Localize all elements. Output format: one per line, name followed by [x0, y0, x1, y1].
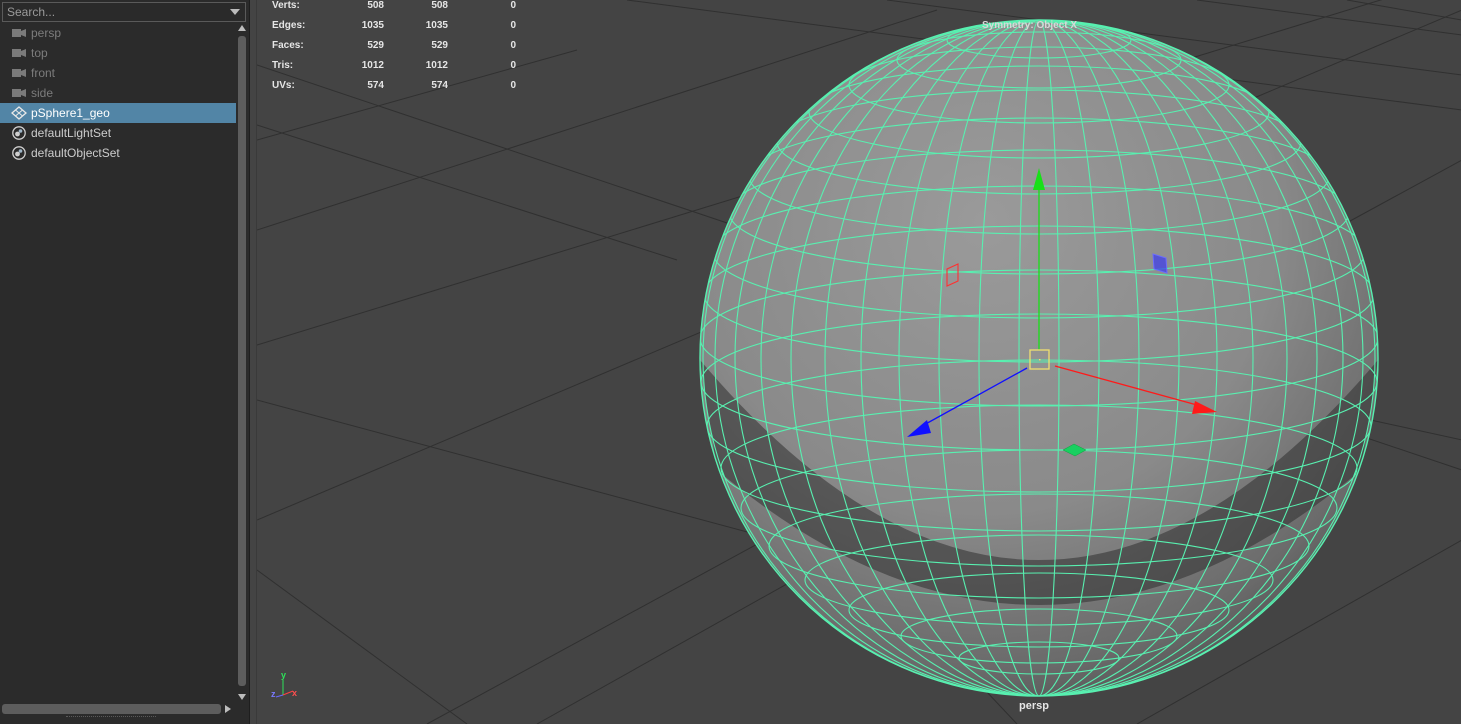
hud-value-selected: 529 — [431, 40, 448, 51]
hud-value-component: 0 — [510, 80, 516, 91]
hud-label: Tris: — [272, 60, 294, 71]
hud-value-component: 0 — [510, 60, 516, 71]
hud-label: UVs: — [272, 80, 295, 91]
hud-value-component: 0 — [510, 40, 516, 51]
camera-icon — [12, 69, 26, 77]
outliner-panel: persp top front side pSphe — [0, 0, 250, 724]
hud-value-component: 0 — [510, 0, 516, 11]
outliner-horizontal-scrollbar[interactable] — [0, 703, 236, 717]
camera-icon — [12, 29, 26, 37]
perspective-viewport[interactable]: Verts: 508 508 0 Edges: 1035 1035 0 Face… — [256, 0, 1461, 724]
hud-label: Verts: — [272, 0, 300, 11]
hud-value-selected: 508 — [431, 0, 448, 11]
outliner-item-label: side — [31, 86, 54, 100]
axis-label-z: z — [271, 689, 276, 699]
scrollbar-thumb[interactable] — [238, 36, 246, 686]
outliner-item-label: front — [31, 66, 56, 80]
hud-value-scene: 508 — [367, 0, 384, 11]
hud-value-scene: 1012 — [361, 60, 384, 71]
scroll-right-arrow-icon[interactable] — [225, 705, 231, 713]
outliner-item-label: pSphere1_geo — [31, 106, 110, 120]
outliner-item-psphere1-geo[interactable]: pSphere1_geo — [0, 103, 236, 123]
scroll-up-arrow-icon[interactable] — [238, 25, 246, 31]
scroll-down-arrow-icon[interactable] — [238, 694, 246, 700]
camera-icon — [12, 49, 26, 57]
outliner-item-label: defaultObjectSet — [31, 146, 120, 160]
axis-label-x: x — [292, 688, 298, 698]
object-set-icon — [12, 146, 26, 160]
hud-label: Faces: — [272, 40, 304, 51]
view-axis-triad — [275, 680, 294, 698]
chevron-down-icon — [230, 9, 240, 15]
object-set-icon — [12, 126, 26, 140]
symmetry-status-label: Symmetry: Object X — [982, 20, 1078, 31]
outliner-item-label: top — [31, 46, 48, 60]
outliner-node-list: persp top front side pSphere1_geo defaul… — [0, 23, 236, 163]
search-input[interactable] — [3, 3, 233, 21]
scene-canvas[interactable] — [257, 0, 1461, 724]
outliner-item-side[interactable]: side — [0, 83, 236, 103]
hud-value-scene: 1035 — [361, 20, 384, 31]
outliner-search-field[interactable] — [2, 2, 246, 22]
outliner-item-defaultlightset[interactable]: defaultLightSet — [0, 123, 236, 143]
camera-icon — [12, 89, 26, 97]
outliner-item-front[interactable]: front — [0, 63, 236, 83]
outliner-item-persp[interactable]: persp — [0, 23, 236, 43]
hud-label: Edges: — [272, 20, 306, 31]
hud-value-selected: 1012 — [425, 60, 448, 71]
camera-name-label: persp — [1019, 700, 1049, 712]
hud-value-scene: 574 — [367, 80, 384, 91]
axis-label-y: y — [281, 670, 287, 680]
hud-value-scene: 529 — [367, 40, 384, 51]
hud-value-selected: 574 — [431, 80, 448, 91]
hud-value-selected: 1035 — [425, 20, 448, 31]
pivot-point — [1039, 359, 1041, 361]
outliner-vertical-scrollbar[interactable] — [236, 24, 248, 703]
mesh-transform-icon — [11, 106, 27, 120]
search-options-dropdown[interactable] — [225, 3, 245, 21]
hud-value-component: 0 — [510, 20, 516, 31]
scrollbar-thumb[interactable] — [2, 704, 221, 714]
outliner-item-top[interactable]: top — [0, 43, 236, 63]
outliner-item-defaultobjectset[interactable]: defaultObjectSet — [0, 143, 236, 163]
outliner-item-label: persp — [31, 26, 62, 40]
panel-resize-grip[interactable] — [66, 716, 156, 717]
outliner-item-label: defaultLightSet — [31, 126, 112, 140]
